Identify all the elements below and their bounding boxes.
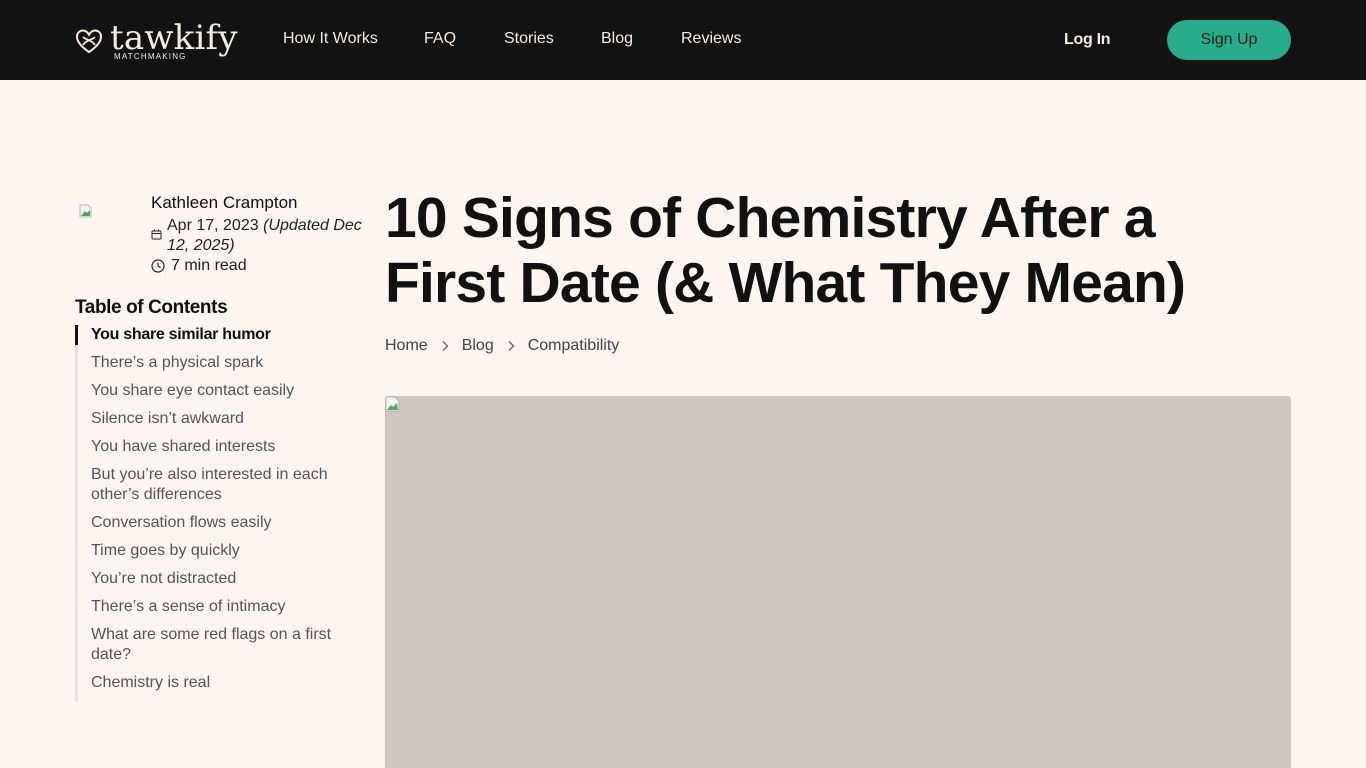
signup-button[interactable]: Sign Up (1167, 20, 1291, 60)
login-link[interactable]: Log In (1064, 30, 1110, 50)
hero-image (385, 396, 1291, 768)
calendar-icon (151, 229, 162, 240)
broken-image-icon (385, 396, 400, 412)
nav-link-faq[interactable]: FAQ (424, 29, 456, 49)
toc-item[interactable]: You’re not distracted (78, 569, 365, 589)
breadcrumb-compatibility[interactable]: Compatibility (528, 336, 620, 356)
toc-item[interactable]: Silence isn’t awkward (78, 409, 365, 429)
table-of-contents: You share similar humor There’s a physic… (75, 325, 365, 701)
nav-link-reviews[interactable]: Reviews (681, 29, 741, 49)
toc-item[interactable]: There’s a sense of intimacy (78, 597, 365, 617)
toc-item[interactable]: What are some red flags on a first date? (78, 625, 365, 665)
heart-knot-icon (75, 29, 103, 54)
brand-subtitle: MATCHMAKING (114, 52, 187, 61)
toc-item[interactable]: You share similar humor (75, 325, 365, 345)
nav-link-blog[interactable]: Blog (601, 29, 633, 49)
toc-title: Table of Contents (75, 297, 228, 318)
nav-link-how-it-works[interactable]: How It Works (283, 29, 378, 49)
top-navbar: tawkify MATCHMAKING How It Works FAQ Sto… (0, 0, 1366, 80)
breadcrumb-blog[interactable]: Blog (462, 336, 494, 356)
chevron-right-icon (494, 336, 528, 356)
toc-item[interactable]: Chemistry is real (78, 673, 365, 693)
chevron-right-icon (428, 336, 462, 356)
publish-date: Apr 17, 2023 (Updated Dec 12, 2025) (151, 216, 366, 256)
toc-item[interactable]: There’s a physical spark (78, 353, 365, 373)
article-title: 10 Signs of Chemistry After a First Date… (385, 186, 1186, 315)
author-name: Kathleen Crampton (151, 193, 298, 212)
toc-item[interactable]: You share eye contact easily (78, 381, 365, 401)
toc-item[interactable]: But you’re also interested in each other… (78, 465, 365, 505)
brand-logo[interactable]: tawkify MATCHMAKING (74, 18, 244, 64)
author-avatar-broken-image-icon (79, 204, 92, 218)
read-time-text: 7 min read (171, 257, 247, 274)
toc-item[interactable]: Conversation flows easily (78, 513, 365, 533)
breadcrumb-home[interactable]: Home (385, 336, 428, 356)
toc-item[interactable]: Time goes by quickly (78, 541, 365, 561)
clock-icon (151, 259, 165, 273)
toc-item[interactable]: You have shared interests (78, 437, 365, 457)
nav-link-stories[interactable]: Stories (504, 29, 554, 49)
breadcrumb: Home Blog Compatibility (385, 336, 619, 356)
read-time: 7 min read (151, 256, 247, 276)
date-text: Apr 17, 2023 (167, 217, 259, 234)
